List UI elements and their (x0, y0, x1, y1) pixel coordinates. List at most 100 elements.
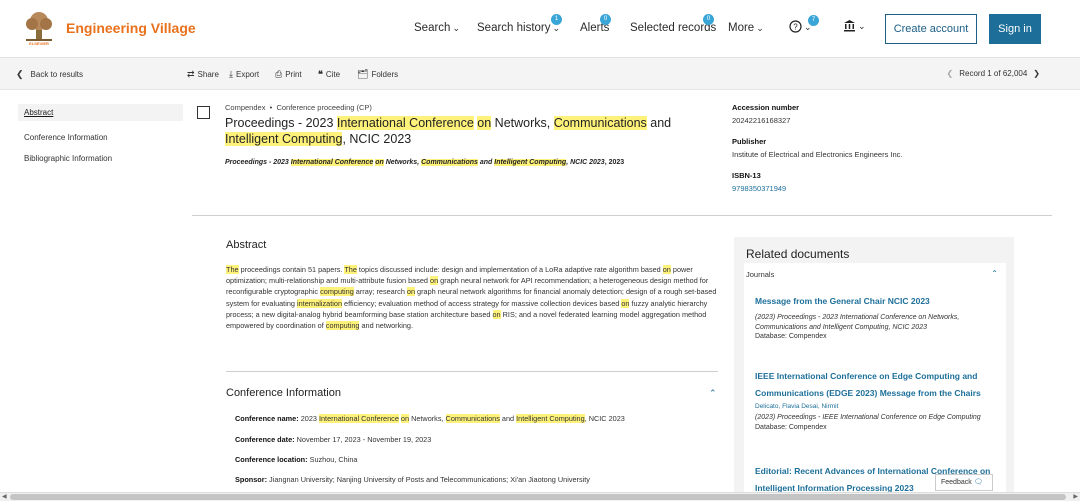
cite-button[interactable]: ❝ Cite (318, 69, 340, 80)
collapse-chevron-icon[interactable]: ⌃ (991, 269, 998, 278)
feedback-button[interactable]: Feedback 🗨 (935, 474, 993, 491)
related-documents-list: Journals ⌃ Message from the General Chai… (744, 263, 1006, 501)
quote-icon: ❝ (318, 69, 323, 79)
sidenav-item-bibliographic[interactable]: Bibliographic Information (18, 148, 183, 169)
share-icon: ⇄ (187, 69, 195, 79)
sign-in-button[interactable]: Sign in (989, 14, 1041, 44)
nav-more-label: More (728, 22, 755, 34)
nav-search[interactable]: Search ⌄ (414, 22, 460, 34)
share-button[interactable]: ⇄ Share (187, 69, 219, 80)
abstract-highlight: on (662, 265, 671, 274)
scroll-right-icon[interactable]: ▶ (1073, 493, 1078, 500)
related-item-database: Database: Compendex (755, 423, 827, 431)
accession-value: 20242216168327 (732, 116, 791, 125)
record-pager: ❮ Record 1 of 62,004 ❯ (947, 69, 1040, 78)
search-history-badge: 1 (551, 14, 562, 25)
create-account-button[interactable]: Create account (885, 14, 977, 44)
abstract-segment: efficiency; evaluation method of access … (342, 298, 622, 308)
back-to-results-label: Back to results (30, 70, 84, 79)
sidenav-item-abstract[interactable]: Abstract (18, 104, 183, 121)
folders-button[interactable]: 🗂 Folders (357, 69, 398, 80)
back-to-results-link[interactable]: ❮ Back to results (16, 69, 83, 80)
nav-search-label: Search (414, 22, 451, 34)
related-documents-panel: Related documents Journals ⌃ Message fro… (734, 237, 1014, 501)
conference-sponsor-row: Sponsor: Jiangnan University; Nanjing Un… (235, 475, 590, 484)
abstract-text: The proceedings contain 51 papers. The t… (226, 264, 718, 331)
conference-location-label: Conference location: (235, 455, 308, 464)
elsevier-logo[interactable]: ELSEVIER (22, 10, 56, 48)
conference-sponsor-label: Sponsor: (235, 475, 268, 484)
title-text: Networks, (491, 116, 554, 130)
database-name: Compendex (225, 103, 266, 112)
print-button[interactable]: ⎙ Print (275, 69, 302, 80)
chat-bubble-icon: 🗨 (973, 479, 983, 486)
abstract-segment: topics discussed include: design and imp… (356, 265, 663, 274)
conference-name-segment: Networks, (409, 414, 446, 423)
chevron-down-icon: ⌄ (756, 23, 764, 33)
conference-name-highlight: on (400, 414, 410, 423)
abstract-highlight: on (430, 276, 439, 286)
conference-date-label: Conference date: (235, 435, 295, 444)
record-side-metadata: Accession number 20242216168327 Publishe… (732, 103, 1032, 193)
export-label: Export (235, 70, 260, 79)
collapse-chevron-icon[interactable]: ⌃ (709, 388, 717, 399)
conference-name-segment: 2023 (298, 414, 319, 423)
nav-search-history[interactable]: Search history ⌄ (477, 22, 560, 34)
scroll-left-icon[interactable]: ◀ (2, 493, 7, 500)
document-type: Conference proceeding (CP) (276, 103, 372, 112)
sidenav-item-conference[interactable]: Conference Information (18, 127, 183, 148)
brand-name[interactable]: Engineering Village (66, 20, 196, 36)
related-item-title[interactable]: Message from the General Chair NCIC 2023 (755, 293, 993, 310)
conference-name-segment: and (499, 414, 517, 423)
nav-selected-records[interactable]: Selected records (630, 22, 716, 34)
share-label: Share (197, 70, 219, 79)
related-item: Message from the General Chair NCIC 2023… (755, 293, 993, 340)
accession-label: Accession number (732, 103, 800, 112)
related-item-title[interactable]: IEEE International Conference on Edge Co… (755, 368, 993, 402)
conference-name-highlight: International Conference (318, 414, 399, 423)
header-divider (192, 215, 1052, 216)
previous-record-icon[interactable]: ❮ (947, 69, 954, 78)
isbn-link[interactable]: 9798350371949 (732, 184, 1032, 193)
svg-text:?: ? (793, 23, 798, 32)
record-position: Record 1 of 62,004 (959, 69, 1028, 78)
export-button[interactable]: ⤓ Export (229, 69, 259, 80)
source-highlight: Communications (421, 159, 478, 166)
cite-label: Cite (325, 70, 341, 79)
source-text: Networks, (383, 159, 422, 166)
related-documents-heading: Related documents (746, 247, 850, 261)
abstract-highlight: The (344, 265, 357, 274)
source-text: and (477, 159, 495, 166)
elsevier-label: ELSEVIER (29, 41, 49, 46)
publisher-label: Publisher (732, 137, 767, 146)
section-divider (226, 371, 718, 372)
title-text: Proceedings - 2023 (225, 116, 337, 130)
printer-icon: ⎙ (275, 69, 283, 79)
conference-sponsor-value: Jiangnan University; Nanjing University … (267, 475, 590, 484)
conference-location-value: Suzhou, China (307, 455, 358, 464)
abstract-highlight: on (406, 287, 416, 297)
record-title: Proceedings - 2023 International Confere… (225, 115, 720, 147)
scrollbar-thumb[interactable] (10, 494, 1066, 500)
source-text: Proceedings - 2023 (225, 159, 291, 166)
title-text: , NCIC 2023 (342, 132, 412, 146)
source-highlight: International Conference (290, 159, 374, 166)
nav-more[interactable]: More ⌄ (728, 22, 764, 34)
selected-records-badge: 0 (703, 14, 714, 25)
alerts-badge: 0 (600, 14, 611, 25)
select-record-checkbox[interactable] (197, 106, 210, 119)
conference-location-row: Conference location: Suzhou, China (235, 455, 357, 464)
folders-label: Folders (371, 70, 399, 79)
next-record-icon[interactable]: ❯ (1033, 69, 1040, 78)
institution-menu[interactable]: ⌄ (843, 19, 866, 32)
source-year: , 2023 (604, 159, 625, 166)
conference-date-value: November 17, 2023 - November 19, 2023 (294, 435, 432, 444)
title-highlight: Communications (553, 116, 647, 130)
related-item-authors[interactable]: Delicato, Flavia Desai, Nirmit (755, 403, 993, 410)
horizontal-scrollbar[interactable]: ◀ ▶ (0, 492, 1080, 501)
top-navigation: ELSEVIER Engineering Village Search ⌄ Sea… (0, 0, 1080, 58)
meta-separator: • (267, 103, 275, 112)
download-icon: ⤓ (229, 69, 233, 79)
abstract-highlight: internalization (296, 298, 343, 308)
abstract-segment: array; research (353, 287, 407, 297)
